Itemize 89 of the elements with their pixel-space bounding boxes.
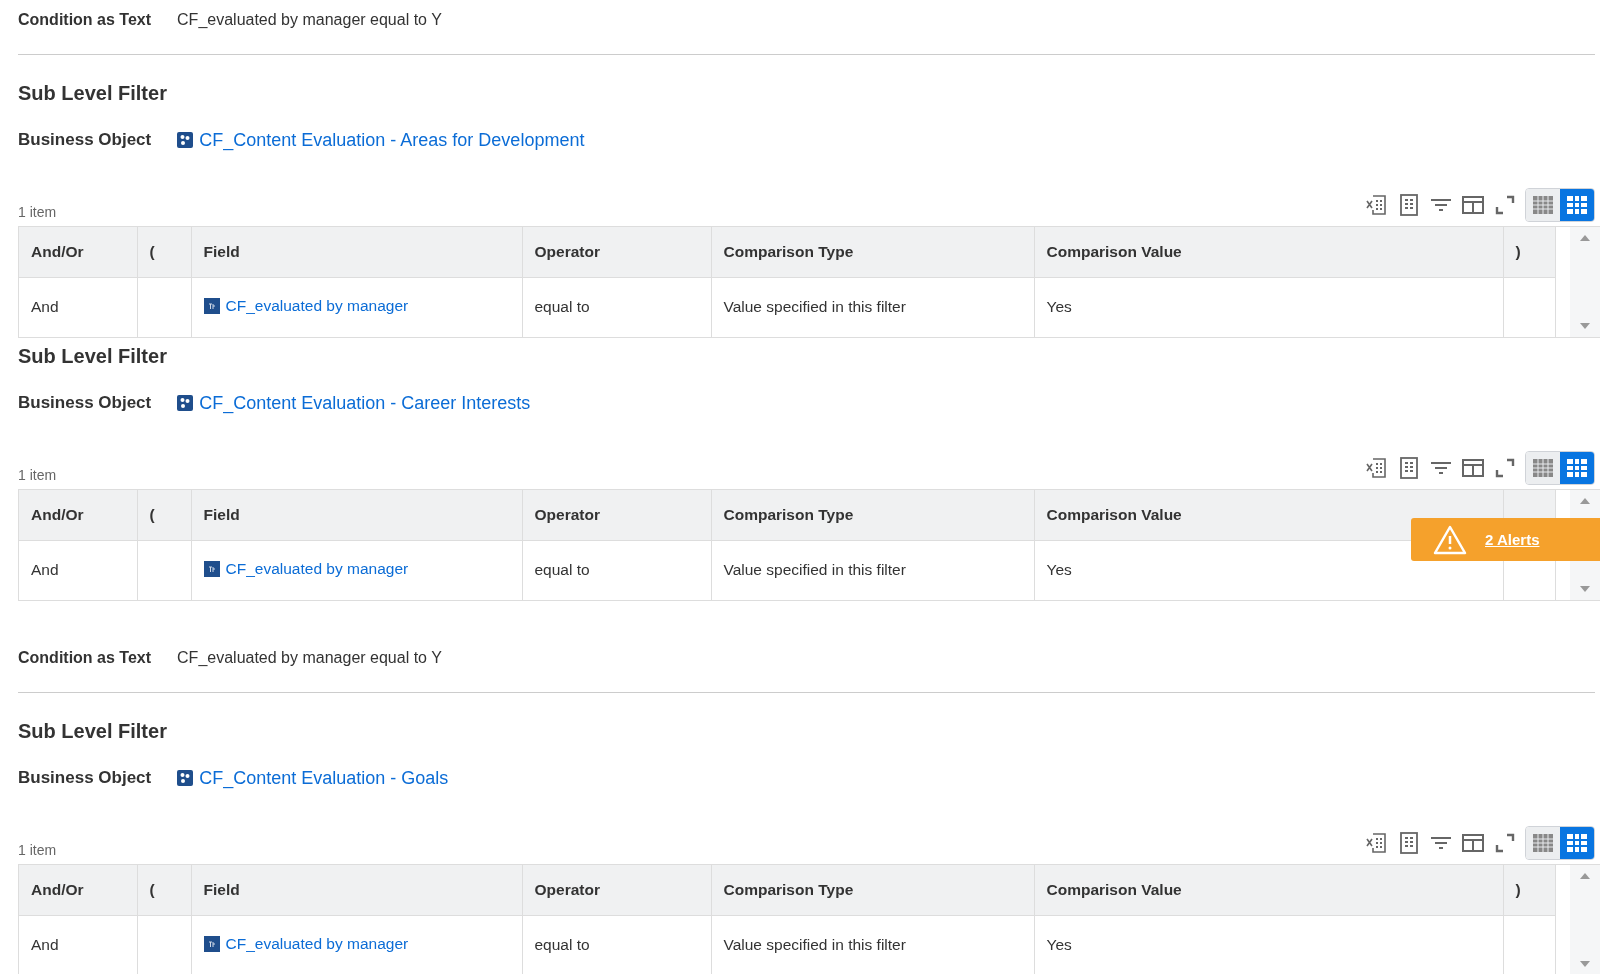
column-header: ( [137, 227, 191, 277]
scroll-up-icon[interactable] [1579, 235, 1590, 241]
expand-icon[interactable] [1493, 456, 1517, 480]
business-object-label: Business Object [18, 768, 152, 788]
scroll-down-icon[interactable] [1579, 961, 1590, 967]
scrollbar[interactable] [1569, 227, 1600, 337]
column-header: ( [137, 865, 191, 915]
field-icon [203, 935, 220, 952]
columns-icon[interactable] [1461, 193, 1485, 217]
column-header: And/Or [19, 227, 137, 277]
column-header: And/Or [19, 865, 137, 915]
table-cell: Yes [1046, 561, 1072, 579]
scrollbar[interactable] [1569, 865, 1600, 974]
table-cell: Yes [1046, 936, 1072, 954]
table-cell: Value specified in this filter [723, 298, 906, 316]
column-header: Field [191, 227, 522, 277]
table-view-button[interactable] [1526, 189, 1560, 221]
columns-icon[interactable] [1461, 831, 1485, 855]
grid-view-button[interactable] [1560, 827, 1594, 859]
column-header: ) [1503, 865, 1555, 915]
scroll-down-icon[interactable] [1579, 323, 1590, 329]
scroll-up-icon[interactable] [1579, 498, 1590, 504]
column-header: Operator [522, 865, 711, 915]
excel-export-icon[interactable] [1365, 831, 1389, 855]
condition-label: Condition as Text [18, 11, 152, 29]
item-count: 1 item [18, 842, 57, 860]
section-heading: Sub Level Filter [18, 81, 168, 106]
document-icon[interactable] [1397, 831, 1421, 855]
condition-text: CF_evaluated by manager equal to Y [177, 11, 442, 29]
grid-icon [1566, 195, 1588, 215]
column-header: ) [1503, 227, 1555, 277]
section-heading: Sub Level Filter [18, 344, 168, 369]
warning-icon [1433, 524, 1467, 555]
field-link[interactable]: CF_evaluated by manager [225, 559, 409, 578]
business-object-label: Business Object [18, 130, 152, 150]
document-icon[interactable] [1397, 456, 1421, 480]
expand-icon[interactable] [1493, 193, 1517, 217]
condition-label: Condition as Text [18, 649, 152, 667]
table-icon [1532, 833, 1554, 853]
excel-export-icon[interactable] [1365, 456, 1389, 480]
business-object-link[interactable]: CF_Content Evaluation - Areas for Development [199, 129, 585, 151]
document-icon[interactable] [1397, 193, 1421, 217]
column-header: Operator [522, 490, 711, 540]
scroll-up-icon[interactable] [1579, 873, 1590, 879]
table-cell: Yes [1046, 298, 1072, 316]
section-heading: Sub Level Filter [18, 719, 168, 744]
table-cell: equal to [534, 298, 590, 316]
excel-export-icon[interactable] [1365, 193, 1389, 217]
scroll-down-icon[interactable] [1579, 586, 1590, 592]
column-header: Field [191, 490, 522, 540]
condition-text: CF_evaluated by manager equal to Y [177, 649, 442, 667]
expand-icon[interactable] [1493, 831, 1517, 855]
column-header: Comparison Type [711, 490, 1034, 540]
column-header: Comparison Value [1034, 227, 1503, 277]
business-object-icon [177, 395, 194, 411]
table-icon [1532, 458, 1554, 478]
column-header: ( [137, 490, 191, 540]
item-count: 1 item [18, 204, 57, 222]
business-object-label: Business Object [18, 393, 152, 413]
table-cell: equal to [534, 561, 590, 579]
business-object-link[interactable]: CF_Content Evaluation - Goals [199, 767, 449, 789]
column-header: Operator [522, 227, 711, 277]
business-object-icon [177, 132, 194, 148]
table-cell: Value specified in this filter [723, 936, 906, 954]
field-link[interactable]: CF_evaluated by manager [225, 296, 409, 315]
table-view-button[interactable] [1526, 452, 1560, 484]
grid-view-button[interactable] [1560, 189, 1594, 221]
table-icon [1532, 195, 1554, 215]
table-cell: And [31, 561, 59, 579]
column-header: Comparison Value [1034, 865, 1503, 915]
columns-icon[interactable] [1461, 456, 1485, 480]
field-icon [203, 560, 220, 577]
table-cell: And [31, 298, 59, 316]
column-header: And/Or [19, 490, 137, 540]
column-header: Comparison Type [711, 865, 1034, 915]
business-object-icon [177, 770, 194, 786]
field-link[interactable]: CF_evaluated by manager [225, 934, 409, 953]
table-cell: equal to [534, 936, 590, 954]
grid-icon [1566, 458, 1588, 478]
table-view-button[interactable] [1526, 827, 1560, 859]
business-object-link[interactable]: CF_Content Evaluation - Career Interests [199, 392, 531, 414]
column-header: Comparison Type [711, 227, 1034, 277]
grid-view-button[interactable] [1560, 452, 1594, 484]
table-cell: Value specified in this filter [723, 561, 906, 579]
item-count: 1 item [18, 467, 57, 485]
field-icon [203, 297, 220, 314]
grid-icon [1566, 833, 1588, 853]
table-cell: And [31, 936, 59, 954]
column-header: Field [191, 865, 522, 915]
